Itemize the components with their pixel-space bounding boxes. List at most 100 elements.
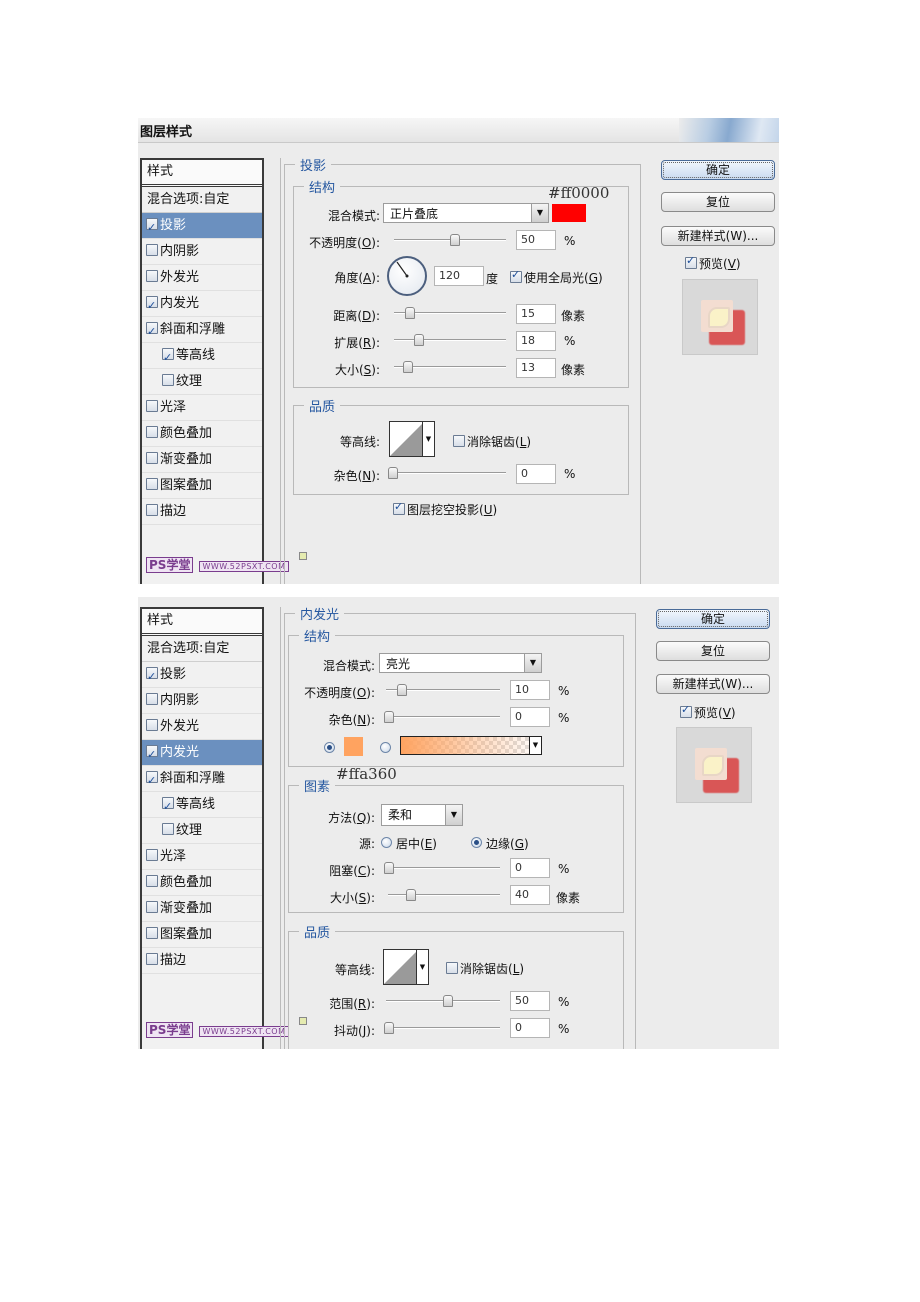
style-item[interactable]: 内阴影 bbox=[142, 239, 262, 265]
contour-picker[interactable]: ▼ bbox=[389, 421, 435, 457]
slider-thumb[interactable] bbox=[388, 467, 398, 479]
ok-button[interactable]: 确定 bbox=[656, 609, 770, 629]
noise-input[interactable]: 0 bbox=[516, 464, 556, 484]
range-input[interactable]: 50 bbox=[510, 991, 550, 1011]
checkbox-icon[interactable] bbox=[446, 962, 458, 974]
checkbox-icon[interactable] bbox=[146, 270, 158, 282]
noise-slider[interactable] bbox=[388, 467, 506, 479]
style-item[interactable]: 图案叠加 bbox=[142, 922, 262, 948]
checkbox-icon[interactable] bbox=[146, 452, 158, 464]
blend-mode-select[interactable]: 正片叠底 ▼ bbox=[383, 203, 549, 223]
checkbox-icon[interactable] bbox=[146, 719, 158, 731]
checkbox-icon[interactable] bbox=[146, 244, 158, 256]
layer-knocks-out-checkbox[interactable]: 图层挖空投影(U) bbox=[393, 500, 497, 518]
blend-mode-select[interactable]: 亮光 ▼ bbox=[379, 653, 542, 673]
preview-checkbox[interactable]: 预览(V) bbox=[680, 703, 736, 721]
checkbox-icon[interactable] bbox=[146, 293, 158, 318]
style-item[interactable]: 描边 bbox=[142, 948, 262, 974]
style-item[interactable]: 内阴影 bbox=[142, 688, 262, 714]
slider-thumb[interactable] bbox=[414, 334, 425, 346]
distance-input[interactable]: 15 bbox=[516, 304, 556, 324]
noise-input[interactable]: 0 bbox=[510, 707, 550, 727]
checkbox-icon[interactable] bbox=[162, 794, 174, 819]
jitter-slider[interactable] bbox=[384, 1022, 500, 1034]
spread-input[interactable]: 18 bbox=[516, 331, 556, 351]
style-item[interactable]: 光泽 bbox=[142, 395, 262, 421]
reset-button[interactable]: 复位 bbox=[661, 192, 775, 212]
angle-dial[interactable] bbox=[387, 256, 427, 296]
style-item[interactable]: 等高线 bbox=[142, 792, 262, 819]
preview-checkbox[interactable]: 预览(V) bbox=[685, 254, 741, 272]
dropdown-arrow-icon[interactable]: ▼ bbox=[422, 422, 434, 456]
noise-slider[interactable] bbox=[384, 711, 500, 723]
glow-color-swatch[interactable] bbox=[344, 737, 363, 756]
slider-thumb[interactable] bbox=[450, 234, 460, 246]
checkbox-icon[interactable] bbox=[146, 426, 158, 438]
style-item[interactable]: 颜色叠加 bbox=[142, 870, 262, 896]
style-item[interactable]: 光泽 bbox=[142, 844, 262, 870]
style-item[interactable]: 渐变叠加 bbox=[142, 447, 262, 473]
checkbox-icon[interactable] bbox=[146, 400, 158, 412]
style-item[interactable]: 斜面和浮雕 bbox=[142, 766, 262, 793]
opacity-input[interactable]: 10 bbox=[510, 680, 550, 700]
slider-thumb[interactable] bbox=[402, 361, 413, 373]
slider-thumb[interactable] bbox=[405, 889, 416, 901]
checkbox-icon[interactable] bbox=[146, 319, 158, 344]
size-input[interactable]: 13 bbox=[516, 358, 556, 378]
angle-input[interactable]: 120 bbox=[434, 266, 484, 286]
style-item[interactable]: 投影 bbox=[142, 213, 262, 240]
anti-aliased-checkbox[interactable]: 消除锯齿(L) bbox=[453, 433, 531, 450]
size-input[interactable]: 40 bbox=[510, 885, 550, 905]
checkbox-icon[interactable] bbox=[393, 500, 405, 515]
checkbox-icon[interactable] bbox=[162, 823, 174, 835]
style-item[interactable]: 投影 bbox=[142, 662, 262, 689]
opacity-input[interactable]: 50 bbox=[516, 230, 556, 250]
style-item[interactable]: 纹理 bbox=[142, 818, 262, 844]
checkbox-icon[interactable] bbox=[146, 849, 158, 861]
shadow-color-swatch[interactable] bbox=[552, 204, 586, 222]
gradient-picker[interactable]: ▼ bbox=[400, 736, 542, 755]
dropdown-arrow-icon[interactable]: ▼ bbox=[416, 950, 428, 984]
slider-thumb[interactable] bbox=[405, 307, 416, 319]
source-center-radio[interactable] bbox=[381, 837, 392, 848]
slider-thumb[interactable] bbox=[384, 711, 394, 723]
checkbox-icon[interactable] bbox=[162, 374, 174, 386]
style-item[interactable]: 斜面和浮雕 bbox=[142, 317, 262, 344]
style-item[interactable]: 图案叠加 bbox=[142, 473, 262, 499]
choke-input[interactable]: 0 bbox=[510, 858, 550, 878]
checkbox-icon[interactable] bbox=[146, 927, 158, 939]
checkbox-icon[interactable] bbox=[685, 254, 697, 269]
style-item[interactable]: 颜色叠加 bbox=[142, 421, 262, 447]
checkbox-icon[interactable] bbox=[146, 664, 158, 689]
slider-thumb[interactable] bbox=[384, 1022, 394, 1034]
size-slider[interactable] bbox=[394, 361, 506, 373]
checkbox-icon[interactable] bbox=[146, 478, 158, 490]
style-item[interactable]: 等高线 bbox=[142, 343, 262, 370]
dropdown-arrow-icon[interactable]: ▼ bbox=[531, 204, 548, 222]
styles-header[interactable]: 样式 bbox=[142, 609, 262, 636]
style-item[interactable]: 外发光 bbox=[142, 714, 262, 740]
solid-color-radio[interactable] bbox=[324, 742, 335, 753]
spread-slider[interactable] bbox=[394, 334, 506, 346]
style-item[interactable]: 描边 bbox=[142, 499, 262, 525]
checkbox-icon[interactable] bbox=[146, 901, 158, 913]
slider-thumb[interactable] bbox=[443, 995, 453, 1007]
technique-select[interactable]: 柔和 ▼ bbox=[381, 804, 463, 826]
checkbox-icon[interactable] bbox=[146, 742, 158, 767]
blending-options-item[interactable]: 混合选项:自定 bbox=[142, 636, 262, 662]
checkbox-icon[interactable] bbox=[453, 435, 465, 447]
style-item[interactable]: 渐变叠加 bbox=[142, 896, 262, 922]
checkbox-icon[interactable] bbox=[162, 345, 174, 370]
style-item[interactable]: 纹理 bbox=[142, 369, 262, 395]
checkbox-icon[interactable] bbox=[146, 504, 158, 516]
dropdown-arrow-icon[interactable]: ▼ bbox=[445, 805, 462, 825]
distance-slider[interactable] bbox=[394, 307, 506, 319]
reset-button[interactable]: 复位 bbox=[656, 641, 770, 661]
style-item[interactable]: 内发光 bbox=[142, 740, 262, 767]
style-item[interactable]: 内发光 bbox=[142, 291, 262, 318]
checkbox-icon[interactable] bbox=[146, 875, 158, 887]
checkbox-icon[interactable] bbox=[680, 703, 692, 718]
dropdown-arrow-icon[interactable]: ▼ bbox=[529, 737, 541, 754]
style-item[interactable]: 外发光 bbox=[142, 265, 262, 291]
slider-thumb[interactable] bbox=[384, 862, 394, 874]
